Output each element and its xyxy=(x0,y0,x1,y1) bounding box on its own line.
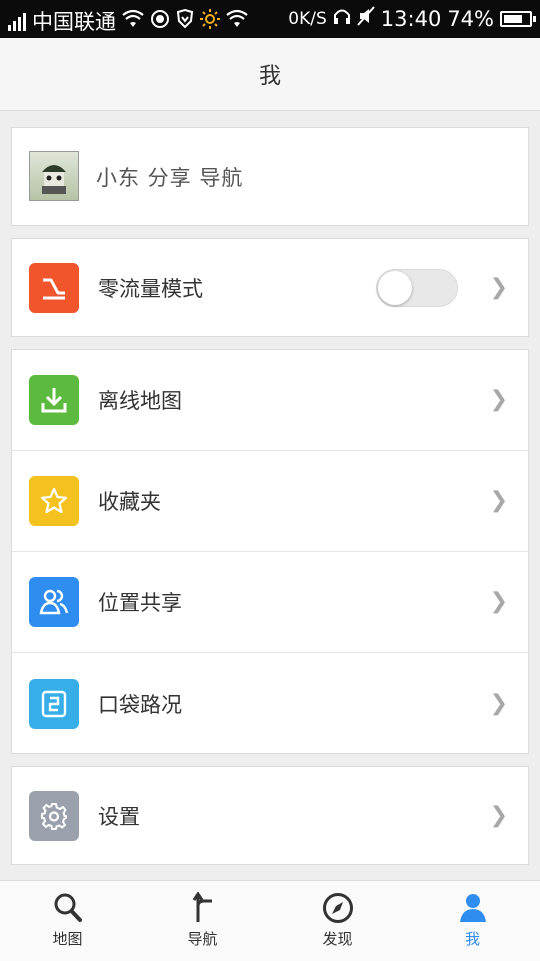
settings-card: 设置 ❯ xyxy=(11,766,529,865)
page-title: 我 xyxy=(258,64,281,89)
mute-icon xyxy=(357,6,375,31)
tab-navigation[interactable]: 导航 xyxy=(135,881,270,961)
tab-me[interactable]: 我 xyxy=(405,881,540,961)
menu-label: 位置共享 xyxy=(98,591,182,615)
menu-label: 口袋路况 xyxy=(98,692,182,717)
tab-label: 发现 xyxy=(322,930,353,948)
menu-label: 收藏夹 xyxy=(98,490,161,514)
zero-flow-toggle[interactable] xyxy=(376,268,458,307)
tab-label: 导航 xyxy=(187,930,218,948)
shield-icon xyxy=(176,8,194,34)
page-header: 我 xyxy=(0,38,540,111)
tab-label: 地图 xyxy=(52,930,83,948)
location-icon xyxy=(150,9,170,34)
navigation-arrow-icon xyxy=(188,892,218,924)
chevron-right-icon: ❯ xyxy=(489,488,508,513)
person-icon xyxy=(458,892,488,924)
zero-flow-row[interactable]: 零流量模式 ❯ xyxy=(12,239,528,336)
star-icon xyxy=(29,476,79,526)
wifi-icon xyxy=(226,9,248,34)
chevron-right-icon: ❯ xyxy=(489,802,508,828)
download-icon xyxy=(29,375,79,425)
chevron-right-icon: ❯ xyxy=(489,690,508,716)
chevron-right-icon: ❯ xyxy=(489,589,508,614)
menu-item-offline-map[interactable]: 离线地图 ❯ xyxy=(12,350,528,451)
chevron-right-icon: ❯ xyxy=(489,387,508,412)
status-bar: 中国联通 0K/S 13:40 74% xyxy=(0,0,540,38)
gear-icon xyxy=(29,790,79,841)
bottom-nav: 地图 导航 发现 我 xyxy=(0,880,540,961)
profile-card[interactable]: 小东 分享 导航 xyxy=(11,127,529,226)
network-speed: 0K/S xyxy=(288,8,327,29)
carrier-name: 中国联通 xyxy=(32,10,116,34)
signal-icon xyxy=(8,11,26,31)
brightness-icon xyxy=(200,8,220,34)
zero-flow-label: 零流量模式 xyxy=(98,276,203,301)
menu-item-pocket-traffic[interactable]: 口袋路况 ❯ xyxy=(12,653,528,754)
tab-discover[interactable]: 发现 xyxy=(270,881,405,961)
menu-item-settings[interactable]: 设置 ❯ xyxy=(12,767,528,864)
menu-item-location-share[interactable]: 位置共享 ❯ xyxy=(12,552,528,653)
chevron-right-icon: ❯ xyxy=(489,274,508,300)
headset-icon xyxy=(333,6,351,31)
route-icon xyxy=(29,678,79,729)
menu-label: 离线地图 xyxy=(98,389,182,413)
zero-flow-icon xyxy=(29,262,79,313)
settings-label: 设置 xyxy=(98,804,140,829)
battery-percent: 74% xyxy=(447,6,494,31)
compass-icon xyxy=(322,892,354,924)
people-icon xyxy=(29,577,79,627)
menu-card: 离线地图 ❯ 收藏夹 ❯ 位置共享 ❯ 口袋路况 ❯ xyxy=(11,349,529,754)
avatar[interactable] xyxy=(29,151,79,201)
clock: 13:40 xyxy=(380,6,442,31)
battery-icon xyxy=(500,10,536,27)
search-icon xyxy=(53,892,83,924)
tab-map[interactable]: 地图 xyxy=(0,881,135,961)
menu-item-favorites[interactable]: 收藏夹 ❯ xyxy=(12,451,528,552)
wifi-icon xyxy=(122,9,144,34)
zero-flow-card: 零流量模式 ❯ xyxy=(11,238,529,337)
tab-label: 我 xyxy=(464,930,480,948)
username: 小东 分享 导航 xyxy=(96,166,244,190)
